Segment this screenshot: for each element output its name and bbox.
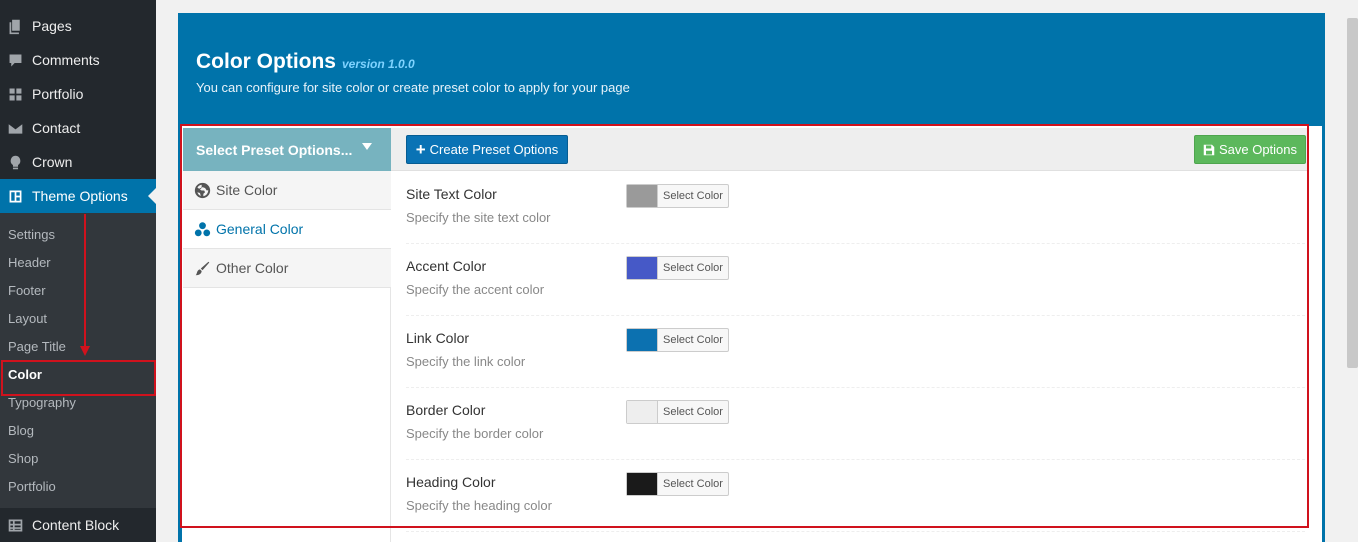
scrollbar-thumb[interactable] <box>1347 18 1358 368</box>
submenu-item-portfolio[interactable]: Portfolio <box>0 472 156 500</box>
menu-label: Pages <box>32 18 72 34</box>
lightbulb-icon <box>5 152 25 172</box>
pages-icon <box>5 16 25 36</box>
menu-label: Crown <box>32 154 73 170</box>
page-gutter <box>1325 0 1345 542</box>
submenu-item-blog[interactable]: Blog <box>0 416 156 444</box>
envelope-icon <box>5 118 25 138</box>
menu-label: Contact <box>32 120 81 136</box>
submenu-item-shop[interactable]: Shop <box>0 444 156 472</box>
menu-item-content-block[interactable]: Content Block <box>0 508 156 542</box>
page-title-text: Color Options <box>196 50 336 73</box>
annotation-highlight-panel <box>180 124 1309 528</box>
menu-item-contact[interactable]: Contact <box>0 111 156 145</box>
grid-icon <box>5 84 25 104</box>
menu-item-theme-options[interactable]: Theme Options <box>0 179 156 213</box>
submenu-item-footer[interactable]: Footer <box>0 276 156 304</box>
menu-label: Theme Options <box>32 188 128 204</box>
menu-label: Portfolio <box>32 86 84 102</box>
page-title: Color Options version 1.0.0 <box>196 50 415 74</box>
comment-icon <box>5 50 25 70</box>
annotation-arrow-head <box>80 346 90 356</box>
table-icon <box>5 515 25 535</box>
menu-item-pages[interactable]: Pages <box>0 9 156 43</box>
menu-label: Comments <box>32 52 100 68</box>
layout-icon <box>5 186 25 206</box>
submenu-item-layout[interactable]: Layout <box>0 304 156 332</box>
submenu-item-header[interactable]: Header <box>0 248 156 276</box>
menu-label: Content Block <box>32 517 120 533</box>
page-description: You can configure for site color or crea… <box>196 80 630 95</box>
menu-item-crown[interactable]: Crown <box>0 145 156 179</box>
menu-item-comments[interactable]: Comments <box>0 43 156 77</box>
annotation-arrow <box>84 214 86 348</box>
submenu-item-settings[interactable]: Settings <box>0 220 156 248</box>
version-label: version 1.0.0 <box>342 57 415 71</box>
menu-item-portfolio[interactable]: Portfolio <box>0 77 156 111</box>
annotation-highlight-color <box>1 360 156 396</box>
submenu-item-page-title[interactable]: Page Title <box>0 332 156 360</box>
